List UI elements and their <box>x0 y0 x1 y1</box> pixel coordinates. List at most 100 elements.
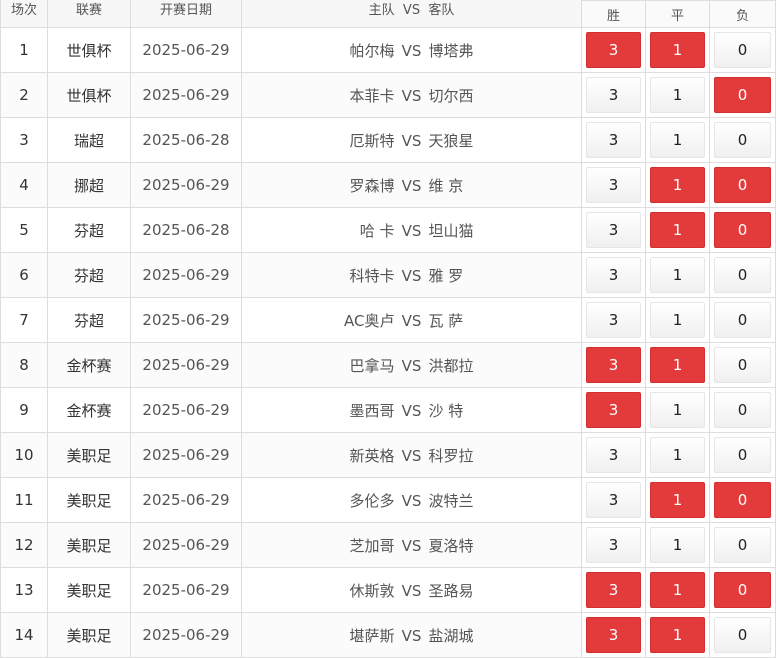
option-win-cell: 3 <box>581 567 646 613</box>
league-name: 挪超 <box>47 162 131 208</box>
option-win-button[interactable]: 3 <box>586 212 641 248</box>
option-lose-button[interactable]: 0 <box>714 392 772 428</box>
home-team: 堪萨斯 <box>349 626 395 645</box>
match-index: 6 <box>0 252 48 298</box>
option-draw-cell: 1 <box>645 387 710 433</box>
option-win-button[interactable]: 3 <box>586 32 641 68</box>
header-draw: 平 <box>645 0 710 28</box>
header-lose: 负 <box>708 0 776 28</box>
option-lose-cell: 0 <box>708 207 776 253</box>
vs-label: VS <box>401 176 422 195</box>
option-lose-button[interactable]: 0 <box>714 617 772 653</box>
match-index: 12 <box>0 522 48 568</box>
option-win-button[interactable]: 3 <box>586 617 641 653</box>
option-lose-button[interactable]: 0 <box>714 122 772 158</box>
option-win-button[interactable]: 3 <box>586 482 641 518</box>
option-lose-button[interactable]: 0 <box>714 347 772 383</box>
home-team: 新英格 <box>349 446 395 465</box>
match-teams: 多伦多 VS 波特兰 <box>241 477 582 523</box>
option-draw-button[interactable]: 1 <box>650 77 705 113</box>
table-row: 13 美职足 2025-06-29 休斯敦 VS 圣路易 3 1 0 <box>0 567 776 613</box>
match-index: 2 <box>0 72 48 118</box>
option-lose-cell: 0 <box>708 567 776 613</box>
option-lose-button[interactable]: 0 <box>714 257 772 293</box>
option-lose-button[interactable]: 0 <box>714 77 772 113</box>
option-draw-button[interactable]: 1 <box>650 122 705 158</box>
vs-label: VS <box>401 491 422 510</box>
option-win-button[interactable]: 3 <box>586 437 641 473</box>
table-row: 3 瑞超 2025-06-28 厄斯特 VS 天狼星 3 1 0 <box>0 117 776 163</box>
option-draw-cell: 1 <box>645 522 710 568</box>
option-draw-button[interactable]: 1 <box>650 572 705 608</box>
option-lose-cell: 0 <box>708 522 776 568</box>
option-draw-cell: 1 <box>645 117 710 163</box>
table-row: 5 芬超 2025-06-28 哈 卡 VS 坦山猫 3 1 0 <box>0 207 776 253</box>
option-win-button[interactable]: 3 <box>586 572 641 608</box>
league-name: 芬超 <box>47 297 131 343</box>
option-lose-cell: 0 <box>708 117 776 163</box>
option-win-button[interactable]: 3 <box>586 77 641 113</box>
match-table: 场次 联赛 开赛日期 主队 VS 客队 选项 胜 平 负 1世俱杯2025-06… <box>0 0 776 658</box>
vs-label: VS <box>401 41 422 60</box>
away-team: 维 京 <box>428 176 464 195</box>
home-team: 科特卡 <box>349 266 395 285</box>
option-lose-button[interactable]: 0 <box>714 482 772 518</box>
option-win-button[interactable]: 3 <box>586 167 641 203</box>
option-lose-cell: 0 <box>708 162 776 208</box>
option-win-cell: 3 <box>581 477 646 523</box>
match-index: 5 <box>0 207 48 253</box>
away-team: 天狼星 <box>428 131 474 150</box>
option-lose-cell: 0 <box>708 72 776 118</box>
option-lose-button[interactable]: 0 <box>714 302 772 338</box>
option-win-button[interactable]: 3 <box>586 122 641 158</box>
option-draw-button[interactable]: 1 <box>650 617 705 653</box>
option-draw-button[interactable]: 1 <box>650 212 705 248</box>
option-win-button[interactable]: 3 <box>586 302 641 338</box>
table-row: 14 美职足 2025-06-29 堪萨斯 VS 盐湖城 3 1 0 <box>0 612 776 658</box>
vs-label: VS <box>401 131 422 150</box>
option-draw-button[interactable]: 1 <box>650 302 705 338</box>
option-lose-button[interactable]: 0 <box>714 572 772 608</box>
match-date: 2025-06-29 <box>130 387 242 433</box>
option-win-button[interactable]: 3 <box>586 347 641 383</box>
option-win-cell: 3 <box>581 207 646 253</box>
option-draw-cell: 1 <box>645 162 710 208</box>
option-win-cell: 3 <box>581 432 646 478</box>
option-draw-button[interactable]: 1 <box>650 167 705 203</box>
league-name: 芬超 <box>47 252 131 298</box>
option-win-button[interactable]: 3 <box>586 257 641 293</box>
option-win-button[interactable]: 3 <box>586 392 641 428</box>
league-name: 美职足 <box>47 567 131 613</box>
vs-label: VS <box>401 626 422 645</box>
match-date: 2025-06-29 <box>130 342 242 388</box>
match-teams: AC奥卢 VS 瓦 萨 <box>241 297 582 343</box>
away-team: 波特兰 <box>428 491 474 510</box>
header-away: 客队 <box>428 3 455 18</box>
option-draw-button[interactable]: 1 <box>650 347 705 383</box>
option-lose-cell: 0 <box>708 342 776 388</box>
option-lose-button[interactable]: 0 <box>714 437 772 473</box>
match-date: 2025-06-29 <box>130 162 242 208</box>
vs-label: VS <box>401 266 422 285</box>
option-win-cell: 3 <box>581 162 646 208</box>
option-draw-button[interactable]: 1 <box>650 437 705 473</box>
option-lose-button[interactable]: 0 <box>714 212 772 248</box>
option-win-button[interactable]: 3 <box>586 527 641 563</box>
home-team: 多伦多 <box>349 491 395 510</box>
match-teams: 新英格 VS 科罗拉 <box>241 432 582 478</box>
option-lose-button[interactable]: 0 <box>714 32 772 68</box>
option-draw-button[interactable]: 1 <box>650 32 705 68</box>
away-team: 切尔西 <box>428 86 474 105</box>
option-lose-button[interactable]: 0 <box>714 167 772 203</box>
away-team: 雅 罗 <box>428 266 464 285</box>
option-draw-button[interactable]: 1 <box>650 527 705 563</box>
match-date: 2025-06-29 <box>130 432 242 478</box>
option-draw-button[interactable]: 1 <box>650 392 705 428</box>
table-row: 9 金杯赛 2025-06-29 墨西哥 VS 沙 特 310 <box>0 387 776 433</box>
option-win-cell: 3 <box>581 27 646 73</box>
option-draw-cell: 1 <box>645 297 710 343</box>
option-lose-button[interactable]: 0 <box>714 527 772 563</box>
option-draw-button[interactable]: 1 <box>650 257 705 293</box>
league-name: 世俱杯 <box>47 27 131 73</box>
option-draw-button[interactable]: 1 <box>650 482 705 518</box>
